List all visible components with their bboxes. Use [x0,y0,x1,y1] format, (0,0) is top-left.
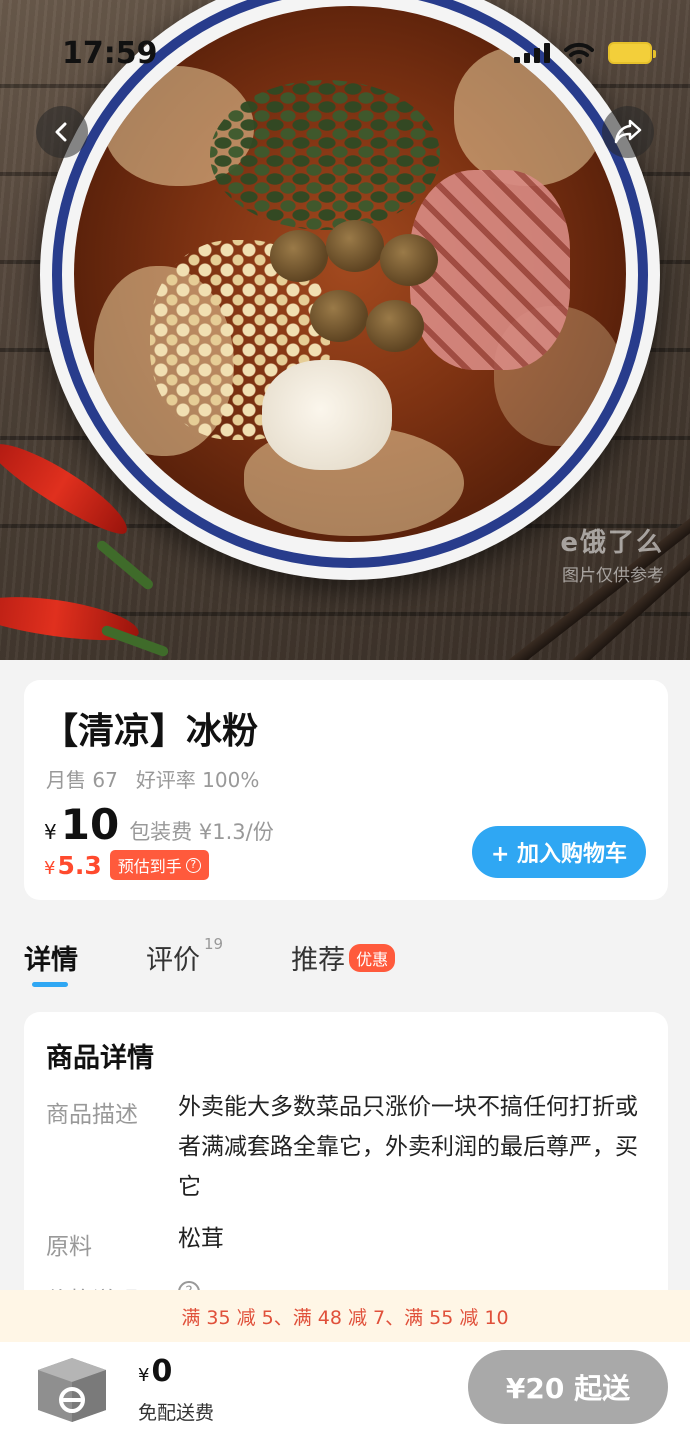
cart-total: ¥ 0 [138,1354,172,1389]
chevron-left-icon [55,122,67,142]
review-count: 19 [204,935,224,953]
product-detail-page: e饿了么 图片仅供参考 17:59 【清凉】冰粉 月售 67 好评率 100% [0,0,690,1448]
estimated-badge-label: 预估到手 [117,857,182,876]
tab-label: 推荐 [291,945,346,976]
price-symbol: ¥ [44,820,57,844]
tab-details[interactable]: 详情 [24,938,78,987]
detail-label: 商品描述 [46,1102,138,1128]
rating: 好评率 100% [135,768,260,792]
packing-fee: 包装费 ¥1.3/份 [129,820,274,844]
eleme-cart-box-icon[interactable] [32,1350,112,1426]
tab-label: 详情 [24,945,78,976]
cart-bar: ¥ 0 免配送费 ¥20 起送 [0,1342,690,1448]
watermark: e饿了么 图片仅供参考 [560,522,664,586]
detail-row-description: 商品描述 外卖能大多数菜品只涨价一块不搞任何打折或者满减套路全靠它，外卖利润的最… [46,1094,646,1207]
status-icons [514,42,656,64]
estimated-price: ¥5.3 [44,850,102,880]
tab-reviews[interactable]: 评价19 [146,935,224,977]
share-arrow-icon [614,119,642,144]
estimated-price-row: ¥5.3 预估到手 ? [44,850,209,880]
detail-row-ingredients: 原料 松茸 [46,1226,646,1261]
watermark-logo: e饿了么 [560,528,664,558]
product-info-card: 【清凉】冰粉 月售 67 好评率 100% ¥ 10 包装费 ¥1.3/份 ¥5… [24,680,668,900]
price: 10 [60,800,120,849]
detail-tabs: 详情 评价19 推荐 优惠 [24,935,463,987]
wifi-icon [564,42,594,64]
detail-label: 原料 [46,1234,92,1260]
details-heading: 商品详情 [46,1043,154,1074]
discount-badge: 优惠 [349,944,396,972]
product-title: 【清凉】冰粉 [42,711,259,752]
status-time: 17:59 [62,36,158,71]
back-button[interactable] [36,106,88,158]
add-to-cart-button[interactable]: + 加入购物车 [472,826,646,878]
min-order-button[interactable]: ¥20 起送 [468,1350,668,1424]
tab-label: 评价 [146,945,200,976]
delivery-fee: 免配送费 [138,1402,215,1424]
cart-currency: ¥ [138,1365,150,1386]
promo-bar: 满 35 减 5、满 48 减 7、满 55 减 10 [0,1290,690,1342]
watermark-note: 图片仅供参考 [562,566,664,586]
monthly-sales: 月售 67 [46,768,118,792]
battery-icon [608,42,656,64]
share-button[interactable] [602,106,654,158]
tab-recommend[interactable]: 推荐 优惠 [291,938,396,977]
cart-total-value: 0 [151,1354,173,1389]
product-image: e饿了么 图片仅供参考 [0,0,690,660]
price-row: ¥ 10 包装费 ¥1.3/份 [44,800,274,849]
detail-value: 外卖能大多数菜品只涨价一块不搞任何打折或者满减套路全靠它，外卖利润的最后尊严，买… [178,1094,638,1200]
tab-active-indicator [32,982,68,987]
cellular-signal-icon [514,43,550,63]
question-circle-icon: ? [185,857,201,873]
detail-value: 松茸 [178,1226,224,1252]
product-stats: 月售 67 好评率 100% [46,764,259,793]
estimated-badge[interactable]: 预估到手 ? [109,850,209,880]
